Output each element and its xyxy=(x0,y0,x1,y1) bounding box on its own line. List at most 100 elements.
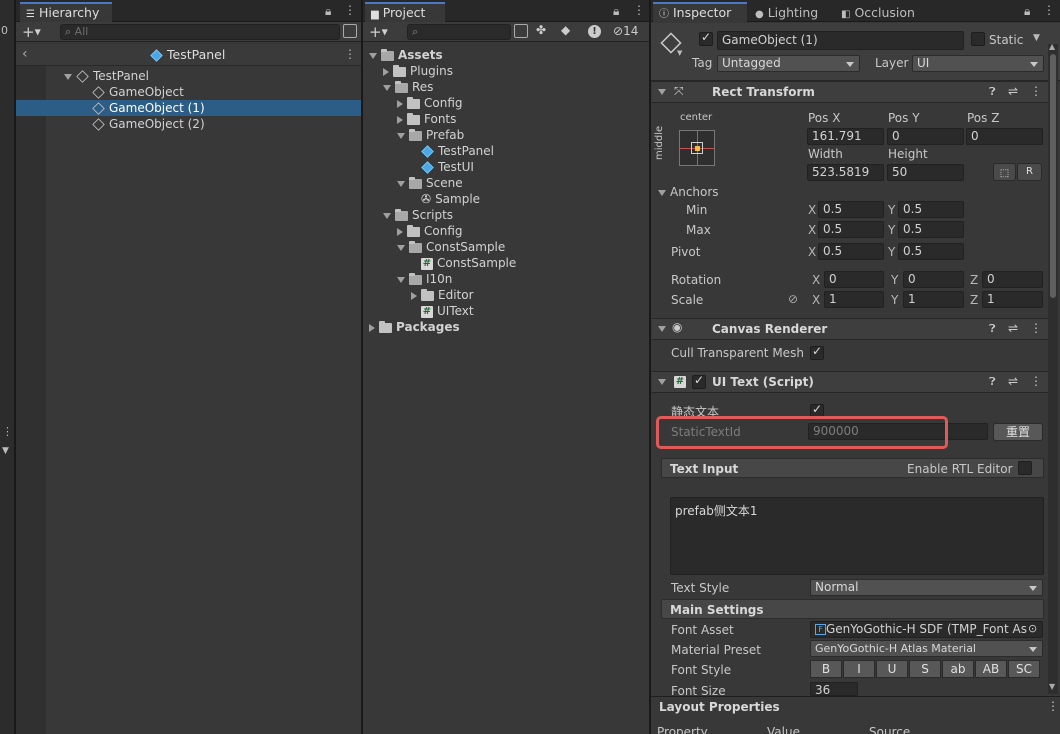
font-style-button-s[interactable]: S xyxy=(909,660,941,678)
text-input-area[interactable]: prefab侧文本1 xyxy=(670,497,1044,575)
scroll-down-icon[interactable]: ▼ xyxy=(1049,682,1055,691)
collapse-arrow-icon[interactable] xyxy=(383,67,389,76)
search-filter-icon[interactable] xyxy=(343,24,357,38)
rtl-editor-checkbox[interactable] xyxy=(1018,461,1032,475)
icon-dropdown-icon[interactable]: ▼ xyxy=(677,49,682,57)
material-preset-dropdown[interactable]: GenYoGothic-H Atlas Material xyxy=(810,640,1043,657)
pos-y-input[interactable]: 0 xyxy=(887,128,964,145)
search-by-type-icon[interactable] xyxy=(514,24,528,38)
hierarchy-search-input[interactable]: ⌕ All xyxy=(60,24,340,40)
hierarchy-item-gameobject-1[interactable]: GameObject (1) xyxy=(92,100,205,116)
anchor-max-y-input[interactable]: 0.5 xyxy=(898,221,964,238)
anchor-min-y-input[interactable]: 0.5 xyxy=(898,201,964,218)
filter-type-icon[interactable]: ✤ xyxy=(536,23,546,37)
expand-arrow-icon[interactable] xyxy=(64,73,72,80)
tree-constsample-folder[interactable]: ConstSample xyxy=(397,239,505,255)
preset-icon[interactable]: ⇌ xyxy=(1008,84,1018,98)
project-search-input[interactable]: ⌕ xyxy=(407,24,511,40)
tree-fonts[interactable]: Fonts xyxy=(397,111,456,127)
font-style-button-b[interactable]: B xyxy=(810,660,842,678)
constrain-proportions-icon[interactable]: ⊘ xyxy=(788,292,798,306)
tree-uitext-script[interactable]: # UIText xyxy=(421,303,474,319)
expand-arrow-icon[interactable] xyxy=(658,326,666,332)
expand-arrow-icon[interactable] xyxy=(397,180,405,187)
help-icon[interactable]: ❓︎ xyxy=(989,85,996,99)
expand-arrow-icon[interactable] xyxy=(383,84,391,91)
tree-res[interactable]: Res xyxy=(383,79,433,95)
font-asset-field[interactable]: F GenYoGothic-H SDF (TMP_Font As xyxy=(810,621,1043,638)
layer-dropdown[interactable]: UI xyxy=(912,55,1044,72)
help-icon[interactable]: ❓︎ xyxy=(989,375,996,389)
lock-icon[interactable]: 🔒︎ xyxy=(613,4,619,19)
pos-z-input[interactable]: 0 xyxy=(966,128,1043,145)
collapse-arrow-icon[interactable] xyxy=(397,115,403,124)
help-icon[interactable]: ❓︎ xyxy=(989,322,996,336)
hierarchy-item-gameobject[interactable]: GameObject xyxy=(92,84,184,100)
create-add-button[interactable]: +▼ xyxy=(22,22,41,43)
collapse-arrow-icon[interactable] xyxy=(369,323,375,332)
left-strip-menu-icon[interactable]: ⋮ xyxy=(2,425,13,438)
font-style-button-ab[interactable]: ab xyxy=(942,660,974,678)
tree-constsample-script[interactable]: # ConstSample xyxy=(421,255,516,271)
pos-x-input[interactable]: 161.791 xyxy=(807,128,884,145)
static-checkbox[interactable] xyxy=(971,32,985,46)
inspector-scrollbar[interactable]: ▲ ▼ xyxy=(1048,42,1058,694)
create-asset-button[interactable]: +▼ xyxy=(369,22,388,43)
tree-config[interactable]: Config xyxy=(397,95,463,111)
preset-icon[interactable]: ⇌ xyxy=(1008,321,1018,335)
gameobject-name-input[interactable]: GameObject (1) xyxy=(717,31,964,50)
font-style-button-u[interactable]: U xyxy=(876,660,908,678)
back-arrow-icon[interactable]: ‹ xyxy=(22,46,28,62)
collapse-arrow-icon[interactable] xyxy=(397,227,403,236)
expand-arrow-icon[interactable] xyxy=(658,189,666,196)
scale-y-input[interactable]: 1 xyxy=(903,291,964,308)
tree-testpanel-prefab[interactable]: TestPanel xyxy=(421,143,494,159)
expand-arrow-icon[interactable] xyxy=(397,276,405,283)
tree-packages[interactable]: Packages xyxy=(369,319,460,335)
height-input[interactable]: 50 xyxy=(887,164,964,181)
tree-assets[interactable]: Assets xyxy=(369,47,443,63)
tree-editor[interactable]: Editor xyxy=(411,287,474,303)
tree-plugins[interactable]: Plugins xyxy=(383,63,453,79)
expand-arrow-icon[interactable] xyxy=(658,89,666,95)
expand-arrow-icon[interactable] xyxy=(369,52,377,59)
scrollbar-thumb[interactable] xyxy=(1050,54,1056,298)
expand-arrow-icon[interactable] xyxy=(658,379,666,385)
tree-prefab[interactable]: Prefab xyxy=(397,127,464,143)
static-dropdown-icon[interactable]: ▼ xyxy=(1033,33,1040,43)
font-style-button-ab[interactable]: AB xyxy=(975,660,1007,678)
blueprint-mode-button[interactable]: ⬚ xyxy=(993,163,1016,181)
expand-arrow-icon[interactable] xyxy=(397,132,405,139)
preset-icon[interactable]: ⇌ xyxy=(1008,374,1018,388)
tab-project[interactable]: ▆ Project xyxy=(365,2,445,22)
hierarchy-item-gameobject-2[interactable]: GameObject (2) xyxy=(92,116,205,132)
expand-arrow-icon[interactable] xyxy=(397,244,405,251)
hidden-packages-toggle[interactable]: ⊘14 xyxy=(613,24,638,38)
collapse-arrow-icon[interactable] xyxy=(397,99,403,108)
font-style-button-sc[interactable]: SC xyxy=(1008,660,1040,678)
tree-testui-prefab[interactable]: TestUI xyxy=(421,159,474,175)
pivot-x-input[interactable]: 0.5 xyxy=(818,243,884,260)
tab-hierarchy[interactable]: ☰ Hierarchy xyxy=(20,2,112,22)
active-checkbox[interactable] xyxy=(699,30,713,46)
tree-scripts[interactable]: Scripts xyxy=(383,207,453,223)
raw-edit-button[interactable]: R xyxy=(1017,163,1042,181)
tree-i10n[interactable]: I10n xyxy=(397,271,452,287)
cull-transparent-mesh-checkbox[interactable] xyxy=(810,344,824,360)
warning-filter-icon[interactable]: ! xyxy=(588,25,601,38)
left-strip-dropdown-icon[interactable]: ▼ xyxy=(2,446,9,456)
tab-lighting[interactable]: ● Lighting xyxy=(749,2,824,22)
tab-occlusion[interactable]: ◧ Occlusion xyxy=(835,2,921,22)
hierarchy-item-testpanel[interactable]: TestPanel xyxy=(64,68,149,84)
font-style-button-i[interactable]: I xyxy=(843,660,875,678)
component-enabled-checkbox[interactable] xyxy=(692,373,706,389)
anchors-label[interactable]: Anchors xyxy=(658,184,719,200)
rotation-y-input[interactable]: 0 xyxy=(903,271,964,288)
tree-scripts-config[interactable]: Config xyxy=(397,223,463,239)
ui-text-header[interactable]: # UI Text (Script) ❓︎ ⇌ ⋮ xyxy=(652,371,1050,393)
tag-dropdown[interactable]: Untagged xyxy=(717,55,860,72)
hierarchy-menu-icon[interactable]: ⋮ xyxy=(344,3,356,17)
expand-arrow-icon[interactable] xyxy=(383,212,391,219)
rotation-z-input[interactable]: 0 xyxy=(982,271,1043,288)
scale-z-input[interactable]: 1 xyxy=(982,291,1043,308)
